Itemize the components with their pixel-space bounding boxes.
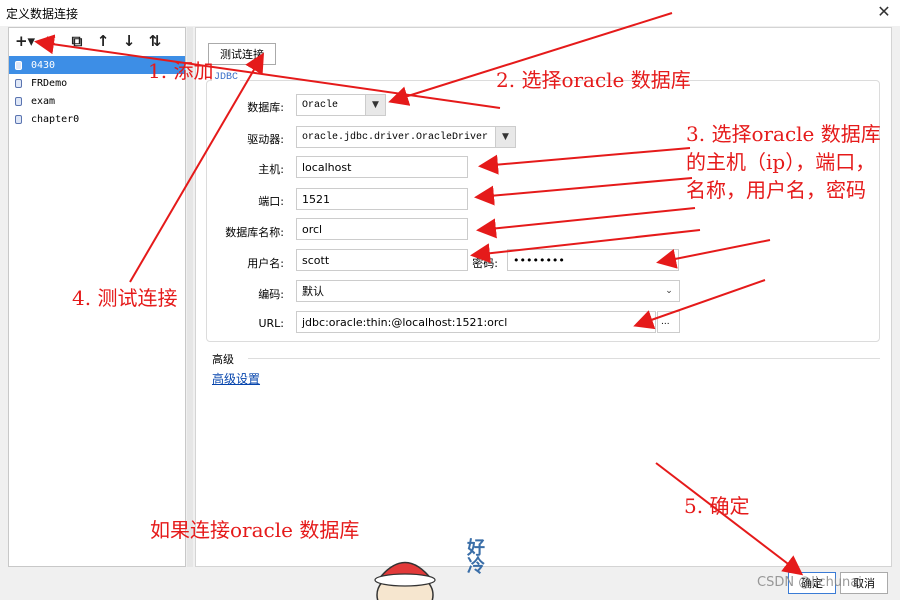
database-icon — [15, 114, 22, 124]
annotation-step5: 5. 确定 — [684, 494, 750, 518]
window-title: 定义数据连接 — [6, 7, 79, 21]
host-value: localhost — [302, 160, 352, 174]
connection-name: exam — [31, 95, 56, 107]
list-item[interactable]: chapter0 — [9, 110, 185, 128]
encoding-label: 编码: — [258, 288, 284, 301]
url-value: jdbc:oracle:thin:@localhost:1521:orcl — [302, 315, 508, 329]
port-input[interactable]: 1521 — [296, 188, 468, 210]
password-label: 密码: — [472, 257, 498, 270]
encoding-select[interactable]: 默认 — [296, 280, 680, 302]
database-icon — [15, 60, 22, 70]
list-item[interactable]: exam — [9, 92, 185, 110]
advanced-divider — [248, 358, 880, 359]
password-value: •••••••• — [513, 253, 565, 267]
advanced-section-label: 高级 — [212, 353, 234, 366]
test-connection-button[interactable]: 测试连接 — [208, 43, 276, 65]
annotation-step2: 2. 选择oracle 数据库 — [496, 68, 691, 92]
dbname-value: orcl — [302, 222, 323, 236]
annotation-caption: 如果连接oracle 数据库 — [150, 518, 360, 542]
cartoon-sticker — [374, 552, 436, 600]
password-input[interactable]: •••••••• — [507, 249, 679, 271]
driver-select[interactable]: oracle.jdbc.driver.OracleDriver — [296, 126, 516, 148]
sticker-caption: 好冷 — [464, 538, 485, 574]
jdbc-group-label: JDBC — [212, 72, 241, 83]
connection-toolbar: +▾ ✕ ⧉ ↑ ↓ ⇅ — [9, 28, 185, 54]
annotation-step3: 3. 选择oracle 数据库的主机（ip），端口，名称，用户名，密码 — [686, 122, 881, 202]
database-value: Oracle — [302, 99, 339, 111]
sort-icon[interactable]: ⇅ — [143, 30, 167, 52]
add-icon[interactable]: +▾ — [13, 30, 37, 52]
connection-name: 0430 — [31, 59, 56, 71]
copy-icon[interactable]: ⧉ — [65, 30, 89, 52]
port-value: 1521 — [302, 192, 330, 206]
title-bar: 定义数据连接 ✕ — [0, 0, 900, 26]
url-label: URL: — [258, 317, 284, 330]
database-icon — [15, 96, 22, 106]
dbname-input[interactable]: orcl — [296, 218, 468, 240]
connection-name: FRDemo — [31, 77, 68, 89]
chevron-down-icon[interactable]: ▼ — [365, 95, 385, 115]
connection-name: chapter0 — [31, 113, 80, 125]
database-label: 数据库: — [247, 101, 284, 114]
annotation-step1: 1. 添加 — [148, 59, 214, 83]
move-down-icon[interactable]: ↓ — [117, 30, 141, 52]
username-value: scott — [302, 253, 330, 267]
watermark: CSDN @lichunai — [757, 575, 862, 590]
annotation-step4: 4. 测试连接 — [72, 286, 178, 310]
chevron-down-icon[interactable]: ⌄ — [659, 281, 679, 301]
host-input[interactable]: localhost — [296, 156, 468, 178]
move-up-icon[interactable]: ↑ — [91, 30, 115, 52]
username-label: 用户名: — [247, 257, 284, 270]
driver-label: 驱动器: — [247, 133, 284, 146]
encoding-value: 默认 — [302, 285, 324, 298]
delete-icon[interactable]: ✕ — [39, 30, 63, 52]
url-more-label: ... — [661, 317, 670, 327]
driver-value: oracle.jdbc.driver.OracleDriver — [302, 131, 489, 143]
advanced-settings-link[interactable]: 高级设置 — [212, 370, 260, 387]
panel-splitter[interactable] — [187, 27, 193, 567]
host-label: 主机: — [258, 163, 284, 176]
port-label: 端口: — [258, 195, 284, 208]
dbname-label: 数据库名称: — [225, 226, 284, 239]
url-input[interactable]: jdbc:oracle:thin:@localhost:1521:orcl — [296, 311, 656, 333]
url-more-button[interactable]: ... — [657, 311, 680, 333]
database-icon — [15, 78, 22, 88]
chevron-down-icon[interactable]: ▼ — [495, 127, 515, 147]
close-icon[interactable]: ✕ — [874, 2, 894, 22]
